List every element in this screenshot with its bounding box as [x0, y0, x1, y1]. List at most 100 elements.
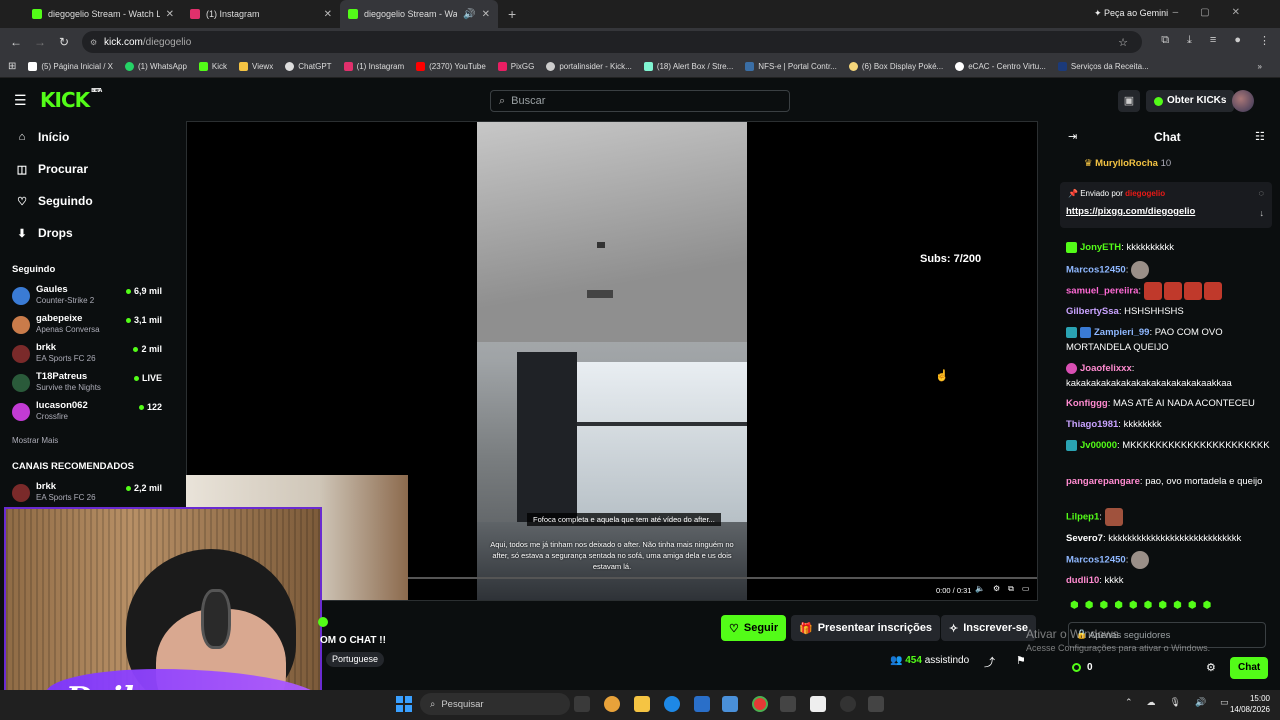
task-view-icon[interactable]: [574, 696, 590, 712]
menu-icon[interactable]: ⋮: [1259, 34, 1270, 47]
bookmark-youtube[interactable]: (2370) YouTube: [416, 62, 486, 71]
fullscreen-icon[interactable]: ⤢: [1037, 584, 1038, 594]
chat-username[interactable]: dudli10: [1066, 575, 1099, 586]
bookmark-alertbox[interactable]: (18) Alert Box / Stre...: [643, 62, 733, 71]
close-tab-icon[interactable]: ✕: [166, 9, 174, 20]
search-input[interactable]: [511, 95, 772, 107]
bookmark-star-icon[interactable]: ☆: [1118, 36, 1128, 49]
chat-username[interactable]: Konfiggg: [1066, 398, 1108, 409]
top-gifter[interactable]: ♛ MurylloRocha 10: [1084, 158, 1171, 169]
sidebar-recommended-brkk[interactable]: brkk EA Sports FC 26 2,2 mil: [12, 481, 162, 507]
chat-settings-icon[interactable]: ⚙: [1206, 661, 1216, 674]
bookmark-chatgpt[interactable]: ChatGPT: [285, 62, 332, 71]
windows-start-icon[interactable]: [396, 696, 412, 712]
sidebar-channel-gabepeixe[interactable]: gabepeixe Apenas Conversa 3,1 mil: [12, 313, 162, 339]
tab-search-icon[interactable]: ≡: [1210, 34, 1216, 47]
report-icon[interactable]: ⚑: [1016, 654, 1026, 667]
chat-users-icon[interactable]: ☷: [1255, 130, 1265, 143]
apps-grid-icon[interactable]: ⊞: [8, 61, 16, 72]
edge-icon[interactable]: [664, 696, 680, 712]
chat-username[interactable]: Severo7: [1066, 533, 1103, 544]
nav-home[interactable]: ⌂ Início: [16, 130, 70, 144]
browser-tab-2[interactable]: (1) Instagram ✕: [182, 0, 340, 28]
bookmark-x[interactable]: (5) Página Inicial / X: [28, 62, 113, 71]
obs-icon[interactable]: [840, 696, 856, 712]
outlook-icon[interactable]: [722, 696, 738, 712]
expand-pin-icon[interactable]: ↓: [1260, 208, 1265, 218]
nav-browse[interactable]: ◫ Procurar: [16, 162, 88, 176]
theater-icon[interactable]: ▭: [1022, 584, 1030, 594]
settings-icon[interactable]: ⚙: [993, 584, 1000, 594]
chat-username[interactable]: Marcos12450: [1066, 555, 1126, 566]
chat-username[interactable]: JonyETH: [1080, 242, 1121, 253]
gemini-button[interactable]: ✦ Peça ao Gemini: [1094, 8, 1168, 19]
user-avatar[interactable]: [1232, 90, 1254, 112]
chat-username[interactable]: pangarepangare: [1066, 476, 1140, 487]
nav-drops[interactable]: ⬇ Drops: [16, 226, 72, 240]
sidebar-channel-brkk[interactable]: brkk EA Sports FC 26 2 mil: [12, 342, 162, 368]
bookmark-pixgg[interactable]: PixGG: [497, 62, 534, 71]
more-bookmarks-icon[interactable]: »: [1258, 62, 1262, 71]
bookmark-instagram[interactable]: (1) Instagram: [343, 62, 404, 71]
language-tag[interactable]: Portuguese: [326, 652, 385, 667]
hamburger-menu-icon[interactable]: ☰: [14, 92, 27, 109]
nav-following[interactable]: ♡ Seguindo: [16, 194, 93, 208]
new-tab-button[interactable]: +: [498, 6, 526, 22]
app-icon[interactable]: [868, 696, 884, 712]
file-explorer-icon[interactable]: [634, 696, 650, 712]
sidebar-channel-t18patreus[interactable]: T18Patreus Survive the Nights LIVE: [12, 371, 162, 397]
taskbar-search[interactable]: ⌕ Pesquisar: [420, 693, 570, 715]
share-icon[interactable]: ⤴: [984, 654, 995, 670]
pinned-link[interactable]: https://pixgg.com/diegogelio: [1066, 206, 1195, 217]
address-bar[interactable]: ⚙ kick.com/diegogelio ☆: [82, 31, 1142, 53]
bookmark-whatsapp[interactable]: (1) WhatsApp: [124, 62, 187, 71]
site-info-icon[interactable]: ⚙: [90, 38, 97, 47]
stream-manager-icon[interactable]: ▣: [1118, 90, 1140, 112]
window-controls[interactable]: –▢✕: [1173, 7, 1262, 18]
chat-send-button[interactable]: Chat: [1230, 657, 1269, 679]
back-icon[interactable]: ←: [4, 35, 28, 49]
volume-icon[interactable]: 🔈: [975, 584, 985, 594]
bookmark-ecac[interactable]: eCAC - Centro Virtu...: [955, 62, 1046, 71]
bookmark-kick[interactable]: Kick: [198, 62, 227, 71]
show-more-link[interactable]: Mostrar Mais: [12, 436, 58, 445]
extensions-icon[interactable]: ⧉: [1161, 34, 1169, 47]
subscribe-button[interactable]: ✧ Inscrever-se: [941, 615, 1037, 641]
hide-pin-icon[interactable]: ◌: [1259, 188, 1264, 198]
bookmark-receita[interactable]: Serviços da Receita...: [1057, 62, 1149, 71]
chat-username[interactable]: Zampieri_99: [1094, 327, 1149, 338]
close-tab-icon[interactable]: ✕: [324, 9, 332, 20]
profile-icon[interactable]: ●: [1234, 34, 1241, 47]
close-tab-icon[interactable]: ✕: [482, 9, 490, 20]
sidebar-channel-lucason062[interactable]: lucason062 Crossfire 122: [12, 400, 162, 426]
chat-username[interactable]: Joaofelixxx: [1080, 363, 1132, 374]
search-bar[interactable]: ⌕: [490, 90, 790, 112]
chat-username[interactable]: Marcos12450: [1066, 265, 1126, 276]
emote-bar[interactable]: ⬢⬢⬢⬢⬢⬢⬢⬢⬢⬢: [1070, 600, 1217, 611]
chat-username[interactable]: samuel_pereiira: [1066, 286, 1138, 297]
chrome-icon[interactable]: [752, 696, 768, 712]
chat-username[interactable]: Thiago1981: [1066, 419, 1118, 430]
channel-points[interactable]: 0: [1072, 662, 1093, 673]
browser-tab-3[interactable]: diegogelio Stream - Watch 🔊 ✕: [340, 0, 498, 28]
copilot-icon[interactable]: [604, 696, 620, 712]
reload-icon[interactable]: ↻: [52, 35, 76, 49]
taskbar-clock[interactable]: 15:00 14/08/2026: [1226, 693, 1270, 715]
capcut-icon[interactable]: [780, 696, 796, 712]
forward-icon[interactable]: →: [28, 35, 52, 49]
sidebar-channel-gaules[interactable]: Gaules Counter-Strike 2 6,9 mil: [12, 284, 162, 310]
bookmark-portalinsider[interactable]: portalinsider - Kick...: [546, 62, 632, 71]
chat-username[interactable]: Jv00000: [1080, 440, 1117, 451]
kick-logo[interactable]: KICK BETA: [40, 88, 102, 112]
chat-username[interactable]: Lilpep1: [1066, 512, 1099, 523]
browser-tab-1[interactable]: diegogelio Stream - Watch Live ✕: [24, 0, 182, 28]
chat-username[interactable]: GilbertySsa: [1066, 306, 1119, 317]
bookmark-viewx[interactable]: Viewx: [239, 62, 273, 71]
gift-subs-button[interactable]: 🎁 Presentear inscrições: [791, 615, 941, 641]
notepad-icon[interactable]: [810, 696, 826, 712]
store-icon[interactable]: [694, 696, 710, 712]
bookmark-nfse[interactable]: NFS-e | Portal Contr...: [745, 62, 837, 71]
download-icon[interactable]: ⤓: [1187, 34, 1192, 47]
bookmark-boxdisplay[interactable]: (6) Box Display Poké...: [848, 62, 943, 71]
speaker-icon[interactable]: 🔊: [463, 9, 475, 20]
